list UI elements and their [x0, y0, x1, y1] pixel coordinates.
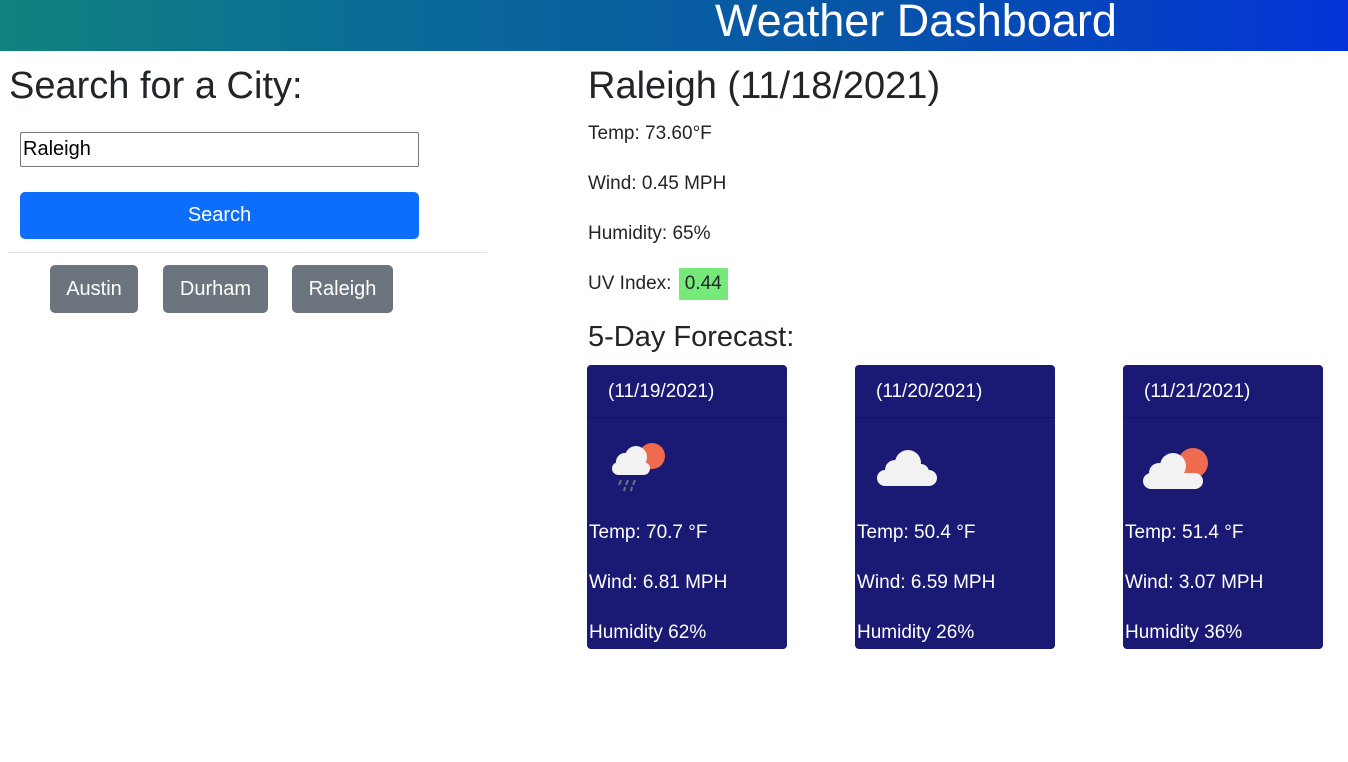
history-button-durham[interactable]: Durham: [163, 265, 268, 313]
rain-cloud-sun-icon: [612, 443, 665, 492]
current-humidity: Humidity: 65%: [588, 223, 711, 244]
history-button-austin[interactable]: Austin: [50, 265, 138, 313]
forecast-date: (11/19/2021): [587, 365, 787, 418]
cloud-sun-icon: [1143, 448, 1208, 489]
forecast-wind: Wind: 3.07 MPH: [1125, 572, 1264, 593]
forecast-wind: Wind: 6.81 MPH: [589, 572, 728, 593]
forecast-date: (11/20/2021): [855, 365, 1055, 418]
forecast-card: (11/21/2021) Temp: 51.4 °F Wind: 3.07 MP…: [1123, 365, 1323, 649]
forecast-heading: 5-Day Forecast:: [588, 321, 795, 353]
current-city-title: Raleigh (11/18/2021): [588, 65, 941, 107]
divider: [8, 252, 487, 253]
forecast-humidity: Humidity 26%: [857, 622, 975, 643]
forecast-temp: Temp: 50.4 °F: [857, 522, 976, 543]
forecast-humidity: Humidity 62%: [589, 622, 707, 643]
forecast-temp: Temp: 51.4 °F: [1125, 522, 1244, 543]
search-button[interactable]: Search: [20, 192, 419, 239]
forecast-card: (11/19/2021) Temp: 70.7 °F Wind: 6.81 MP…: [587, 365, 787, 649]
city-search-input[interactable]: [20, 132, 419, 167]
current-temp: Temp: 73.60°F: [588, 123, 712, 144]
current-uv-row: UV Index: 0.44: [588, 268, 728, 300]
history-button-raleigh[interactable]: Raleigh: [292, 265, 393, 313]
search-heading: Search for a City:: [9, 65, 303, 107]
forecast-card: (11/20/2021) Temp: 50.4 °F Wind: 6.59 MP…: [855, 365, 1055, 649]
current-wind: Wind: 0.45 MPH: [588, 173, 727, 194]
uv-label: UV Index:: [588, 273, 672, 294]
uv-index-badge: 0.44: [678, 268, 728, 300]
forecast-temp: Temp: 70.7 °F: [589, 522, 708, 543]
cloud-icon: [877, 450, 937, 486]
forecast-date: (11/21/2021): [1123, 365, 1323, 418]
header-banner: Weather Dashboard: [0, 0, 1348, 51]
page-title: Weather Dashboard: [715, 0, 1117, 46]
forecast-humidity: Humidity 36%: [1125, 622, 1243, 643]
forecast-wind: Wind: 6.59 MPH: [857, 572, 996, 593]
